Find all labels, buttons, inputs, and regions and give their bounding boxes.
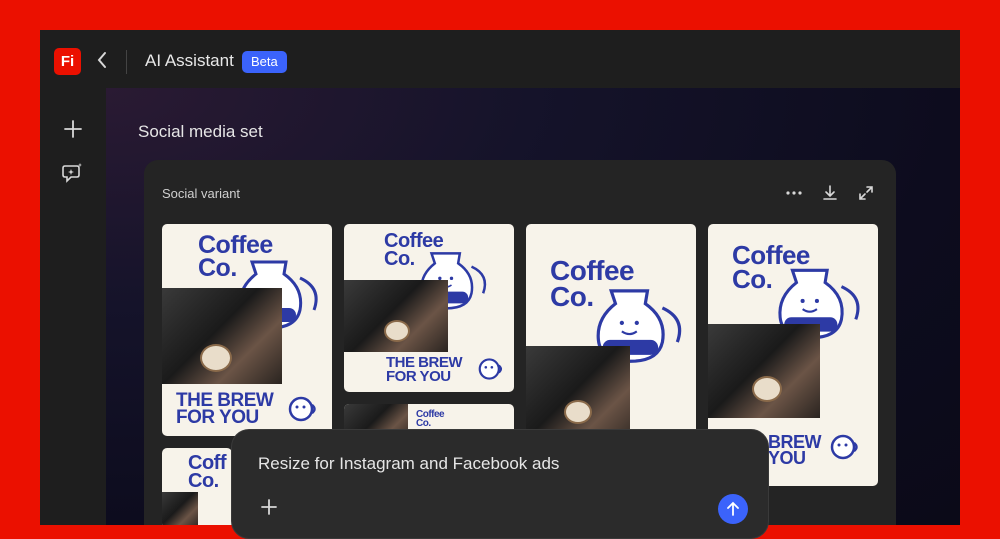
expand-button[interactable] — [855, 182, 877, 204]
prompt-composer: Resize for Instagram and Facebook ads — [231, 429, 769, 539]
beta-badge: Beta — [242, 51, 287, 73]
more-icon — [786, 191, 802, 195]
variant-tile-1[interactable]: Coffee Co. THE BREW FOR YOU — [162, 224, 332, 436]
divider — [126, 50, 127, 74]
plus-icon — [261, 499, 277, 515]
chat-sparkle-icon — [62, 163, 82, 183]
top-bar: Fi AI Assistant Beta — [40, 30, 960, 88]
tile-headline: Coffee Co. — [416, 409, 445, 430]
sidebar — [40, 88, 106, 525]
mug-icon — [478, 358, 503, 380]
tile-tagline: THE BREW FOR YOU — [386, 354, 463, 385]
tile-tagline: THE BREW FOR YOU — [176, 390, 274, 429]
latte-cup — [752, 376, 782, 402]
app-logo[interactable]: Fi — [54, 48, 81, 75]
section-title: Social media set — [138, 122, 263, 141]
latte-cup — [564, 400, 592, 424]
card-title: Social variant — [162, 186, 241, 201]
chat-history-button[interactable] — [60, 160, 86, 186]
send-button[interactable] — [718, 494, 748, 524]
download-icon — [823, 185, 837, 200]
barista-photo — [162, 492, 198, 525]
latte-cup — [384, 320, 410, 342]
attach-button[interactable] — [258, 496, 280, 518]
variant-tile-6[interactable]: Coff Co. — [162, 448, 232, 525]
back-button[interactable] — [92, 46, 112, 74]
prompt-input[interactable]: Resize for Instagram and Facebook ads — [258, 454, 559, 474]
mug-icon — [288, 396, 316, 422]
chevron-left-icon — [97, 52, 106, 68]
mug-icon — [830, 434, 858, 460]
more-button[interactable] — [783, 182, 805, 204]
new-chat-button[interactable] — [60, 116, 86, 142]
arrow-up-icon — [727, 501, 739, 516]
plus-icon — [64, 120, 82, 138]
variant-tile-3[interactable]: Coffee Co. — [526, 224, 696, 450]
page-title: AI Assistant — [145, 51, 234, 70]
expand-icon — [859, 186, 873, 200]
barista-photo — [708, 324, 820, 418]
variant-tile-2[interactable]: Coffee Co. THE BREW FOR YOU — [344, 224, 514, 392]
page-frame: Fi AI Assistant Beta Social media set So… — [0, 0, 1000, 539]
tile-tagline: BREW YOU — [768, 432, 822, 469]
download-button[interactable] — [819, 182, 841, 204]
tile-headline: Coff Co. — [188, 452, 226, 493]
latte-cup — [200, 344, 232, 372]
